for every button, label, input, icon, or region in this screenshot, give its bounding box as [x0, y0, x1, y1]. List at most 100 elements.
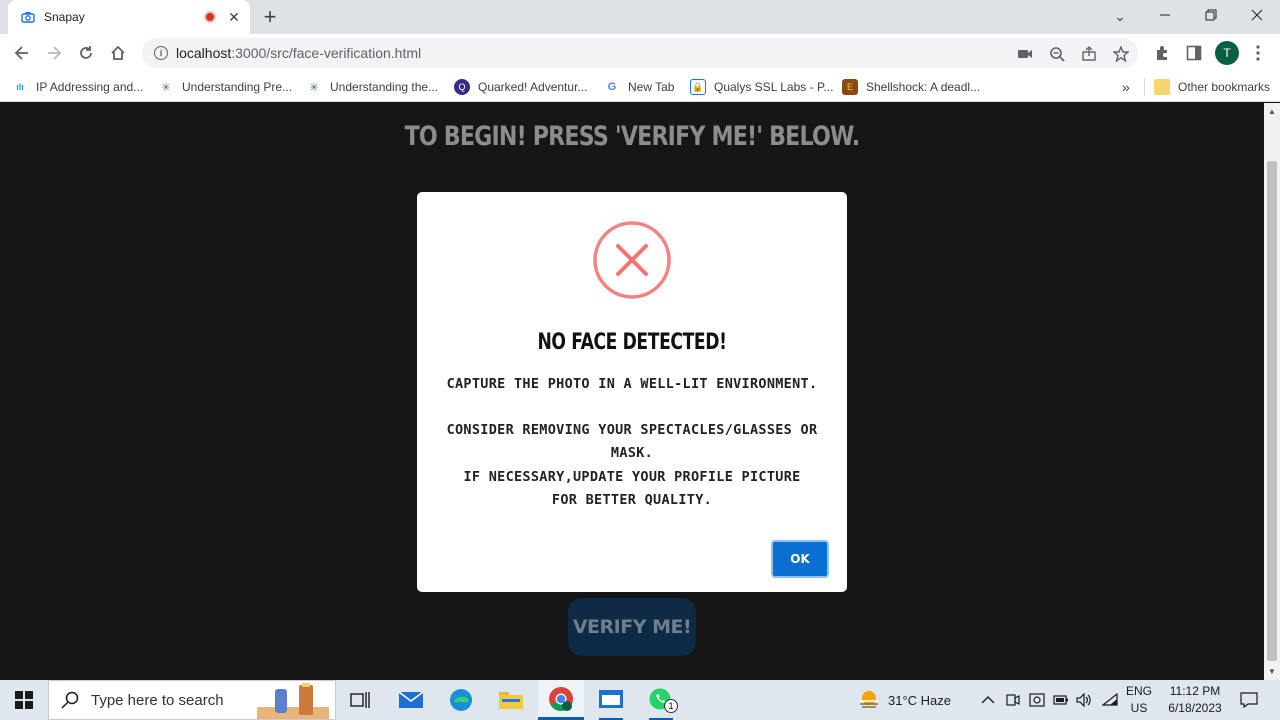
- bookmark-item[interactable]: ✳ Understanding the...: [306, 76, 438, 98]
- bookmark-label: Understanding Pre...: [182, 80, 293, 94]
- minimize-button[interactable]: [1142, 0, 1188, 30]
- meet-now-icon[interactable]: [1006, 680, 1020, 720]
- bookmark-label: Understanding the...: [330, 80, 439, 94]
- taskbar-clock[interactable]: 11:12 PM 6/18/2023: [1155, 683, 1235, 717]
- clock-date: 6/18/2023: [1168, 701, 1222, 715]
- search-placeholder: Type here to search: [91, 691, 224, 709]
- ok-button[interactable]: OK: [771, 540, 829, 578]
- site-info-icon[interactable]: i: [154, 46, 168, 60]
- dialog-message-line: IF NECESSARY,UPDATE YOUR PROFILE PICTURE…: [463, 469, 801, 508]
- tab-search-chevron-icon[interactable]: ⌄: [1110, 6, 1130, 26]
- task-view-icon: [350, 692, 370, 708]
- other-bookmarks-label: Other bookmarks: [1178, 80, 1271, 94]
- notification-icon: [1240, 692, 1258, 708]
- task-view-button[interactable]: [337, 680, 383, 720]
- new-tab-button[interactable]: +: [258, 4, 282, 29]
- restore-button[interactable]: [1188, 0, 1234, 30]
- dialog-title: NO FACE DETECTED!: [537, 330, 727, 355]
- side-panel-icon[interactable]: [1180, 39, 1208, 67]
- battery-icon[interactable]: [1053, 680, 1069, 720]
- bookmark-item[interactable]: 🔒 Qualys SSL Labs - P...: [690, 76, 833, 98]
- error-x-icon: [593, 221, 671, 299]
- bookmark-star-icon[interactable]: [1112, 45, 1130, 63]
- whatsapp-app-button[interactable]: 1: [638, 680, 684, 720]
- chevron-up-icon: [981, 696, 995, 704]
- quarked-icon: Q: [454, 79, 470, 95]
- weather-text: 31°C Haze: [888, 692, 952, 708]
- more-menu-icon[interactable]: [1244, 39, 1272, 67]
- notification-badge: 1: [664, 699, 678, 713]
- bookmark-item[interactable]: E Shellshock: A deadl...: [842, 76, 980, 98]
- tab-title: Snapay: [44, 10, 85, 24]
- shellshock-icon: E: [842, 79, 858, 95]
- page-scrollbar[interactable]: ▲ ▼: [1264, 103, 1280, 680]
- scroll-down-arrow-icon[interactable]: ▼: [1267, 666, 1277, 676]
- app-window-button[interactable]: [588, 680, 634, 720]
- clock-time: 11:12 PM: [1169, 684, 1221, 698]
- bookmark-label: Shellshock: A deadl...: [866, 80, 981, 94]
- search-highlight-illustration-icon: [257, 683, 329, 719]
- bookmarks-bar: ılı IP Addressing and... ✳ Understanding…: [0, 72, 1280, 102]
- close-tab-icon[interactable]: ✕: [226, 9, 242, 25]
- camera-in-use-icon[interactable]: [1016, 45, 1034, 63]
- file-explorer-button[interactable]: [488, 680, 534, 720]
- browser-toolbar: i localhost:3000/src/face-verification.h…: [0, 34, 1280, 72]
- recording-indicator-icon: [204, 11, 216, 23]
- forward-button[interactable]: [40, 39, 68, 67]
- url-host: localhost: [176, 45, 232, 61]
- back-button[interactable]: [8, 39, 36, 67]
- mail-app-button[interactable]: [388, 680, 434, 720]
- error-dialog: NO FACE DETECTED! CAPTURE THE PHOTO IN A…: [417, 192, 847, 592]
- lock-icon: 🔒: [690, 79, 706, 95]
- dialog-message-line: CONSIDER REMOVING YOUR SPECTACLES/GLASSE…: [446, 422, 818, 461]
- taskbar-search-box[interactable]: Type here to search: [48, 680, 336, 720]
- bookmarks-divider: [1144, 78, 1145, 96]
- close-window-button[interactable]: [1234, 0, 1280, 30]
- bookmark-item[interactable]: ✳ Understanding Pre...: [158, 76, 292, 98]
- bookmarks-overflow-button[interactable]: »: [1122, 76, 1130, 98]
- tab-strip: Snapay ✕ + ⌄: [0, 0, 1280, 34]
- site-favicon-icon: ✳: [309, 81, 319, 94]
- url-path: :3000/src/face-verification.html: [231, 45, 422, 61]
- start-button[interactable]: [0, 680, 48, 720]
- chrome-app-button[interactable]: [538, 680, 584, 720]
- cisco-icon: ılı: [16, 82, 24, 92]
- weather-widget[interactable]: 31°C Haze: [858, 680, 951, 720]
- volume-icon[interactable]: [1076, 680, 1092, 720]
- search-icon: [61, 691, 79, 709]
- verify-me-button[interactable]: VERIFY ME!: [568, 598, 696, 656]
- folder-icon: [499, 692, 523, 709]
- extensions-icon[interactable]: [1148, 39, 1176, 67]
- scroll-up-arrow-icon[interactable]: ▲: [1267, 106, 1277, 116]
- page-headline: TO BEGIN! PRESS 'VERIFY ME!' BELOW.: [404, 121, 861, 152]
- language-code: ENG: [1125, 684, 1152, 698]
- profile-avatar[interactable]: T: [1215, 41, 1239, 65]
- bookmark-item[interactable]: Q Quarked! Adventur...: [454, 76, 587, 98]
- address-bar[interactable]: i localhost:3000/src/face-verification.h…: [142, 38, 1138, 68]
- home-button[interactable]: [104, 39, 132, 67]
- sync-icon[interactable]: [1029, 680, 1045, 720]
- scroll-thumb[interactable]: [1267, 161, 1277, 661]
- site-favicon-icon: ✳: [161, 81, 171, 94]
- show-hidden-icons-button[interactable]: [981, 680, 995, 720]
- wifi-icon[interactable]: [1102, 680, 1118, 720]
- windows-taskbar: Type here to search 1 31°C Haze ENG US 1…: [0, 680, 1280, 720]
- bookmark-label: New Tab: [628, 80, 675, 94]
- browser-tab[interactable]: Snapay ✕: [8, 0, 250, 34]
- mail-icon: [399, 691, 423, 708]
- language-indicator[interactable]: ENG US: [1124, 680, 1154, 720]
- dialog-message-line: CAPTURE THE PHOTO IN A WELL-LIT ENVIRONM…: [446, 376, 818, 392]
- other-bookmarks-folder[interactable]: Other bookmarks: [1154, 76, 1270, 98]
- notification-center-button[interactable]: [1240, 680, 1258, 720]
- bookmark-item[interactable]: G New Tab: [604, 76, 675, 98]
- edge-app-button[interactable]: [438, 680, 484, 720]
- bookmark-label: Qualys SSL Labs - P...: [714, 80, 834, 94]
- zoom-icon[interactable]: [1048, 45, 1066, 63]
- window-app-icon: [599, 690, 623, 708]
- bookmark-item[interactable]: ılı IP Addressing and...: [12, 76, 143, 98]
- reload-button[interactable]: [72, 39, 100, 67]
- folder-icon: [1154, 79, 1170, 95]
- edge-icon: [450, 689, 472, 711]
- share-icon[interactable]: [1080, 45, 1098, 63]
- windows-logo-icon: [15, 691, 33, 709]
